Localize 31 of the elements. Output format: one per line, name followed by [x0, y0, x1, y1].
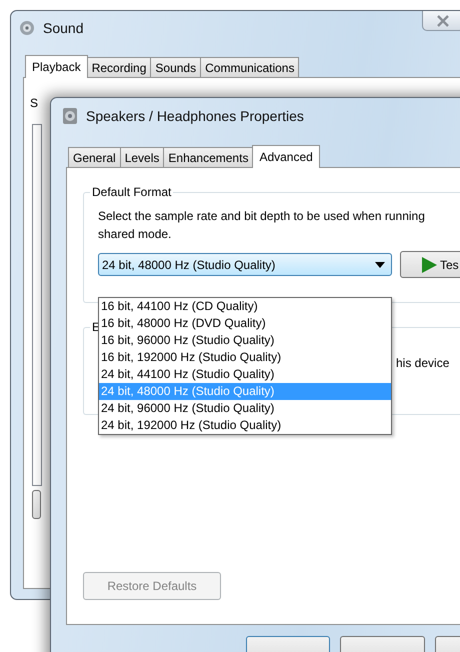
tab[interactable]: Communications — [200, 57, 300, 77]
test-button[interactable]: Tes — [400, 251, 460, 278]
close-button[interactable] — [422, 11, 460, 31]
device-list[interactable] — [32, 124, 42, 486]
play-icon — [421, 256, 437, 272]
close-icon — [435, 14, 451, 26]
tab[interactable]: Enhancements — [163, 147, 254, 167]
dropdown-option[interactable]: 24 bit, 96000 Hz (Studio Quality) — [99, 400, 391, 417]
dropdown-option[interactable]: 16 bit, 44100 Hz (CD Quality) — [99, 298, 391, 315]
dialog-button[interactable] — [32, 490, 41, 519]
tab[interactable]: Sounds — [150, 57, 202, 77]
group-label: Default Format — [90, 185, 174, 199]
dropdown-option[interactable]: 16 bit, 192000 Hz (Studio Quality) — [99, 349, 391, 366]
window-title: Speakers / Headphones Properties — [86, 108, 304, 124]
instruction-text: S — [30, 96, 38, 110]
dropdown-option[interactable]: 24 bit, 192000 Hz (Studio Quality) — [99, 417, 391, 434]
dropdown-option[interactable]: 16 bit, 96000 Hz (Studio Quality) — [99, 332, 391, 349]
description-text: shared mode. — [98, 226, 172, 243]
window-title: Sound — [43, 20, 84, 36]
format-dropdown[interactable]: 24 bit, 48000 Hz (Studio Quality) — [98, 253, 392, 276]
speaker-icon — [62, 107, 78, 125]
tab[interactable]: Playback — [25, 55, 88, 78]
option-text: his device — [396, 356, 450, 370]
caret-icon — [375, 262, 385, 268]
dropdown-option[interactable]: 24 bit, 44100 Hz (Studio Quality) — [99, 366, 391, 383]
tab[interactable]: General — [68, 147, 121, 167]
tab[interactable]: Advanced — [252, 145, 320, 168]
description-text: Select the sample rate and bit depth to be used when running — [98, 208, 426, 225]
tab[interactable]: Levels — [120, 147, 164, 167]
speaker-icon — [19, 20, 35, 36]
tab[interactable]: Recording — [86, 57, 152, 77]
